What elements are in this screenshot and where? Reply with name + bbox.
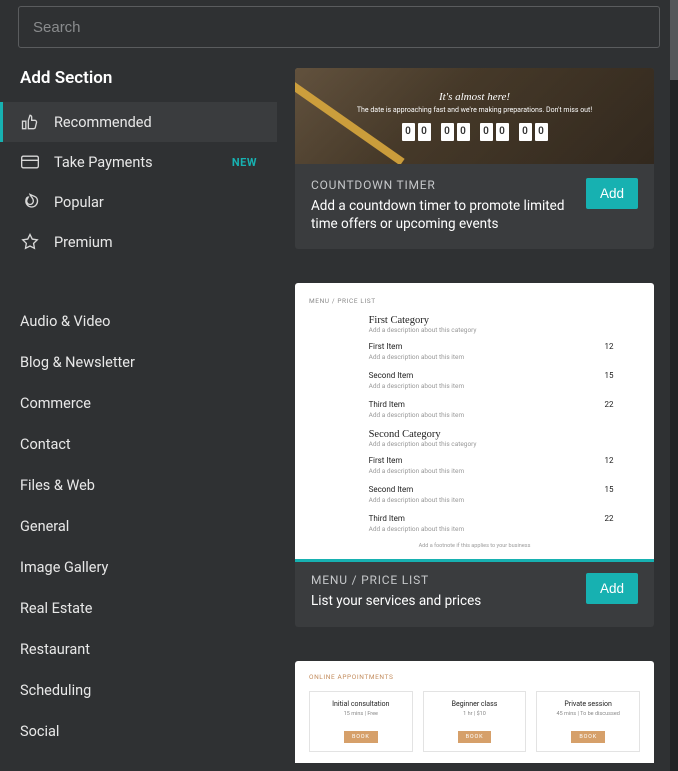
menu-item-name: Second Item [369,371,605,380]
menu-item-desc: Add a description about this item [369,496,614,504]
section-description: List your services and prices [311,592,574,610]
sidebar-category-commerce[interactable]: Commerce [0,383,277,424]
menu-item-name: First Item [369,456,605,465]
menu-item-name: Third Item [369,400,605,409]
preview-breadcrumb: MENU / PRICE LIST [309,297,640,305]
preview-breadcrumb: ONLINE APPOINTMENTS [309,673,640,681]
search-input[interactable] [18,6,660,48]
appointment-sub: 45 mins | To be discussed [543,711,633,717]
sidebar-item-take-payments[interactable]: Take Payments NEW [0,142,277,182]
sidebar-category-restaurant[interactable]: Restaurant [0,629,277,670]
menu-category-name: Second Category [369,429,614,440]
book-button: BOOK [571,731,605,743]
menu-category-desc: Add a description about this category [369,326,614,334]
menu-item-price: 15 [605,371,614,380]
preview-subtext: The date is approaching fast and we're m… [357,106,592,115]
appointment-title: Initial consultation [316,700,406,708]
add-button[interactable]: Add [586,178,638,209]
digit: 0 [457,123,470,141]
section-preview: MENU / PRICE LIST First Category Add a d… [295,283,654,559]
section-title: MENU / PRICE LIST [311,573,574,587]
appointment-card: Initial consultation 15 mins | Free BOOK [309,691,413,752]
sidebar-category-audio-video[interactable]: Audio & Video [0,301,277,342]
section-title: COUNTDOWN TIMER [311,178,574,192]
menu-item-price: 12 [605,342,614,351]
sidebar-category-files-web[interactable]: Files & Web [0,465,277,506]
menu-item-desc: Add a description about this item [369,467,614,475]
preview-headline: It's almost here! [439,91,510,103]
digit: 0 [496,123,509,141]
sidebar-title: Add Section [0,62,277,102]
menu-item-name: Second Item [369,485,605,494]
section-preview: It's almost here! The date is approachin… [295,68,654,164]
sidebar-category-scheduling[interactable]: Scheduling [0,670,277,711]
sidebar-category-image-gallery[interactable]: Image Gallery [0,547,277,588]
appointment-card: Private session 45 mins | To be discusse… [536,691,640,752]
sidebar-category-contact[interactable]: Contact [0,424,277,465]
thumbs-up-icon [20,112,40,132]
sidebar-item-recommended[interactable]: Recommended [0,102,277,142]
appointment-title: Beginner class [430,700,520,708]
scrollbar-thumb[interactable] [670,0,678,80]
sidebar-item-label: Recommended [54,114,152,131]
menu-item-desc: Add a description about this item [369,411,614,419]
menu-item-desc: Add a description about this item [369,525,614,533]
digit: 0 [441,123,454,141]
menu-item-price: 12 [605,456,614,465]
sidebar-item-label: Take Payments [54,154,153,171]
menu-item-price: 22 [605,400,614,409]
flame-icon [20,192,40,212]
countdown-digits: 0 0 0 0 0 0 0 0 [402,123,548,141]
menu-category-name: First Category [369,315,614,326]
sidebar: Add Section Recommended Take Payments NE… [0,48,277,763]
digit: 0 [535,123,548,141]
section-card-countdown-timer[interactable]: It's almost here! The date is approachin… [295,68,654,249]
sidebar-category-social[interactable]: Social [0,711,277,752]
digit: 0 [519,123,532,141]
appointment-sub: 15 mins | Free [316,711,406,717]
section-card-online-appointments[interactable]: ONLINE APPOINTMENTS Initial consultation… [295,661,654,763]
menu-item-name: First Item [369,342,605,351]
section-preview: ONLINE APPOINTMENTS Initial consultation… [295,661,654,763]
menu-footnote: Add a footnote if this applies to your b… [309,543,640,549]
book-button: BOOK [344,731,378,743]
menu-item-name: Third Item [369,514,605,523]
digit: 0 [480,123,493,141]
section-card-menu-price-list[interactable]: MENU / PRICE LIST First Category Add a d… [295,283,654,626]
menu-item-price: 22 [605,514,614,523]
sidebar-nav-group: Recommended Take Payments NEW Popular P [0,102,277,280]
section-description: Add a countdown timer to promote limited… [311,197,574,233]
credit-card-icon [20,152,40,172]
appointment-title: Private session [543,700,633,708]
appointment-sub: 1 hr | $10 [430,711,520,717]
digit: 0 [402,123,415,141]
add-button[interactable]: Add [586,573,638,604]
menu-item-desc: Add a description about this item [369,353,614,361]
window-scrollbar[interactable] [670,0,678,771]
appointment-card: Beginner class 1 hr | $10 BOOK [423,691,527,752]
section-list: It's almost here! The date is approachin… [277,48,678,763]
menu-item-price: 15 [605,485,614,494]
sidebar-category-blog-newsletter[interactable]: Blog & Newsletter [0,342,277,383]
sidebar-item-label: Popular [54,194,104,211]
star-icon [20,232,40,252]
digit: 0 [418,123,431,141]
sidebar-item-label: Premium [54,234,113,251]
book-button: BOOK [458,731,492,743]
sidebar-category-real-estate[interactable]: Real Estate [0,588,277,629]
new-badge: NEW [232,156,257,169]
menu-item-desc: Add a description about this item [369,382,614,390]
sidebar-item-premium[interactable]: Premium [0,222,277,262]
sidebar-item-popular[interactable]: Popular [0,182,277,222]
menu-category-desc: Add a description about this category [369,440,614,448]
sidebar-category-general[interactable]: General [0,506,277,547]
